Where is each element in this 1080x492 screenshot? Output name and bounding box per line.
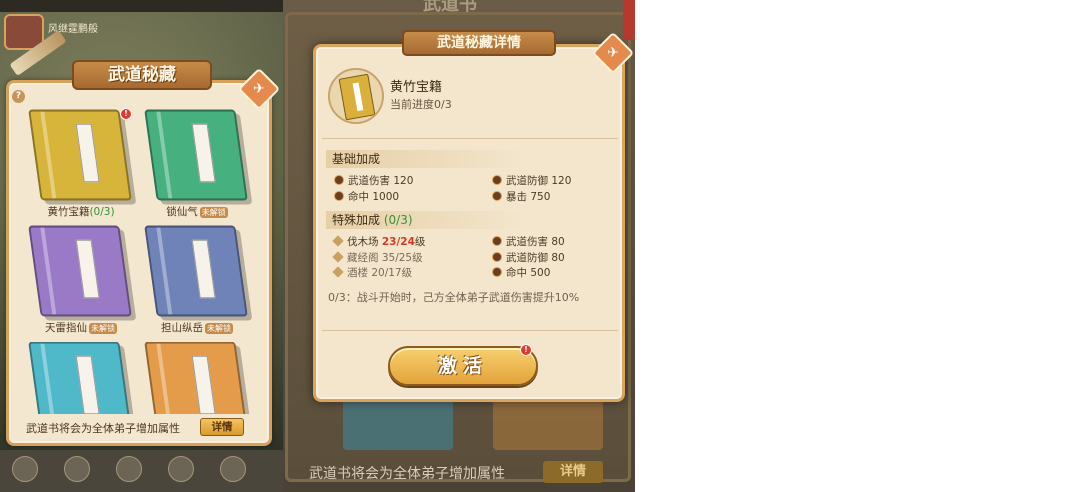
nav-icon[interactable]	[116, 456, 142, 482]
base-stat: 武道伤害 120	[334, 173, 413, 188]
requirement-row: 藏经阁 35/25级	[332, 250, 423, 265]
book-name: 天雷指仙	[45, 322, 87, 334]
book-card-huangzhu[interactable]: ! 黄竹宝籍(0/3)	[26, 108, 136, 228]
special-stat: 武道伤害 80	[492, 234, 565, 249]
nav-icon[interactable]	[168, 456, 194, 482]
book-icon	[28, 225, 132, 317]
defense-icon	[492, 175, 502, 185]
bg-footer-hint: 武道书将会为全体弟子增加属性	[309, 466, 505, 482]
footer-hint: 武道书将会为全体弟子增加属性	[26, 422, 180, 435]
modal-title: 武道秘藏详情	[402, 30, 556, 56]
requirement-row: 伐木场 23/24级	[332, 234, 425, 249]
book-card-danshan[interactable]: 担山纵岳 未解锁	[142, 225, 252, 344]
book-progress: (0/3)	[89, 206, 115, 218]
effect-description: 0/3：战斗开始时，己方全体弟子武道伤害提升10%	[328, 291, 580, 304]
defense-icon	[492, 252, 502, 262]
base-stat: 武道防御 120	[492, 173, 571, 188]
bg-detail-button: 详情	[543, 461, 603, 483]
requirement-row: 酒楼 20/17级	[332, 265, 412, 280]
detail-button[interactable]: 详情	[200, 418, 244, 436]
help-icon[interactable]: ?	[12, 90, 25, 103]
alert-icon: !	[120, 108, 132, 120]
locked-badge: 未解锁	[89, 323, 117, 334]
bg-title: 武道书	[423, 0, 477, 15]
diamond-icon	[332, 235, 344, 247]
book-title: 黄竹宝籍	[390, 80, 443, 95]
diamond-icon	[332, 266, 344, 278]
left-screen: 风继霆鹏般 武道秘藏 ✈ ? ! 黄竹宝籍(0/3) 锁仙气 未解锁 天雷指仙 未解…	[0, 0, 283, 492]
locked-badge: 未解锁	[205, 323, 233, 334]
hit-icon	[334, 191, 344, 201]
book-thumbnail-icon	[328, 68, 384, 124]
book-icon	[28, 109, 132, 201]
special-stat: 武道防御 80	[492, 250, 565, 265]
book-icon	[28, 342, 132, 414]
bottom-nav	[0, 450, 283, 492]
special-bonus-header: 特殊加成 (0/3)	[326, 211, 526, 229]
nav-icon[interactable]	[64, 456, 90, 482]
book-icon	[144, 342, 248, 414]
attack-icon	[492, 236, 502, 246]
book-name: 锁仙气	[166, 206, 198, 218]
book-progress: 当前进度0/3	[390, 98, 452, 111]
resource-bar	[0, 0, 283, 12]
base-stat: 命中 1000	[334, 189, 399, 204]
book-card-6[interactable]	[142, 342, 252, 414]
book-name: 担山纵岳	[161, 322, 203, 334]
book-icon	[144, 109, 248, 201]
diamond-icon	[332, 251, 344, 263]
crit-icon	[492, 191, 502, 201]
activate-button[interactable]: 激活	[388, 346, 538, 386]
nav-icon[interactable]	[12, 456, 38, 482]
book-card-suoxianqi[interactable]: 锁仙气 未解锁	[142, 109, 252, 228]
divider	[322, 138, 618, 139]
panel-title: 武道秘藏	[72, 60, 212, 90]
divider	[322, 330, 618, 331]
base-stat: 暴击 750	[492, 189, 550, 204]
nav-icon[interactable]	[220, 456, 246, 482]
book-icon	[144, 225, 248, 317]
locked-badge: 未解锁	[199, 207, 228, 218]
special-stat: 命中 500	[492, 265, 550, 280]
base-bonus-header: 基础加成	[326, 150, 526, 168]
hit-icon	[492, 267, 502, 277]
game-screen: 风继霆鹏般 武道秘藏 ✈ ? ! 黄竹宝籍(0/3) 锁仙气 未解锁 天雷指仙 未解…	[0, 0, 1080, 492]
book-card-5[interactable]	[26, 342, 136, 414]
book-name: 黄竹宝籍	[47, 206, 90, 218]
side-tab	[623, 0, 635, 40]
book-card-tianlei[interactable]: 天雷指仙 未解锁	[26, 225, 136, 344]
attack-icon	[334, 175, 344, 185]
alert-icon: !	[520, 344, 532, 356]
